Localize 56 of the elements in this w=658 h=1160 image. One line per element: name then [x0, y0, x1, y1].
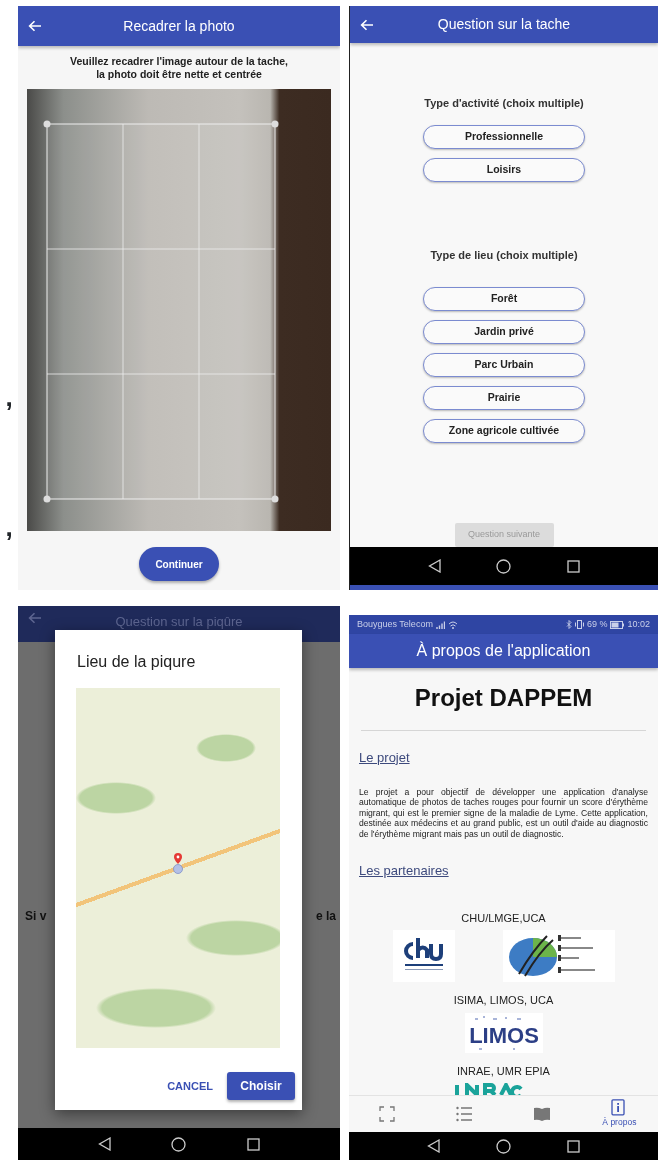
question-heading: Type de lieu (choix multiple)	[430, 247, 578, 263]
instruction-text: la photo doit être nette et centrée	[95, 68, 263, 81]
recent-apps-icon[interactable]	[567, 559, 581, 573]
laboratory-logo: LIMOS	[464, 1012, 543, 1053]
comma-mark: ,	[5, 384, 13, 410]
clock-time: 10:02	[627, 617, 650, 631]
instruction-text: Veuillez recadrer l'image autour de la tache,	[69, 55, 289, 68]
choose-button[interactable]: Choisir	[227, 1072, 295, 1100]
partner-name: ISIMA, LIMOS, UCA	[452, 993, 555, 1008]
screen-title: À propos de l'application	[416, 640, 591, 661]
choice-button[interactable]: Professionnelle	[423, 124, 585, 149]
description-text: Le projet a pour objectif de développer une application d'analyse automatique de photos de taches rouges pour fournir un score d'érythème migrant, qui est le premier signe de la maladie de Lyme. Cette application, destinée aux médecins et au grand public, est un outil d'aide au diagnostic de l'érythème migrant mais pas un outil de diagnostic.	[359, 786, 648, 840]
question-heading: Type d'activité (choix multiple)	[424, 96, 584, 111]
recent-apps-icon[interactable]	[567, 1139, 580, 1153]
choice-button[interactable]: Prairie	[423, 386, 585, 410]
section-link[interactable]: Le projet	[359, 749, 410, 765]
dialog-title: Lieu de la piqure	[77, 652, 197, 672]
comma-mark: ,	[5, 514, 13, 540]
partner-name: INRAE, UMR EPIA	[456, 1063, 551, 1079]
back-icon[interactable]	[98, 1137, 112, 1151]
screen-title: Question sur la tache	[436, 15, 572, 34]
battery-icon	[610, 620, 625, 629]
section-link[interactable]: Les partenaires	[359, 862, 449, 878]
next-question-button: Question suivante	[454, 523, 554, 547]
back-icon[interactable]	[427, 559, 441, 573]
background-text: e la	[316, 908, 336, 925]
home-icon[interactable]	[496, 558, 512, 574]
nav-tab[interactable]: À propos	[589, 1099, 650, 1129]
screen-title: Recadrer la photo	[122, 16, 236, 36]
choice-button[interactable]: Loisirs	[423, 157, 585, 182]
back-icon[interactable]	[427, 1139, 440, 1153]
crop-icon	[378, 1105, 397, 1123]
book-icon	[533, 1105, 552, 1123]
choice-button[interactable]: Jardin privé	[423, 320, 585, 344]
list-icon	[455, 1105, 474, 1123]
choice-button[interactable]: Forêt	[423, 287, 585, 311]
carrier-name: Bouygues Telecom	[357, 617, 433, 631]
home-icon[interactable]	[171, 1136, 187, 1152]
battery-percent: 69 %	[586, 617, 608, 631]
continue-button[interactable]: Continuer	[139, 547, 219, 581]
signal-icon	[435, 620, 445, 629]
choice-button[interactable]: Parc Urbain	[423, 353, 585, 377]
background-text: Si v	[25, 908, 47, 925]
screen-title: Question sur la piqûre	[114, 613, 244, 631]
page-heading: Projet DAPPEM	[413, 684, 594, 712]
vibrate-icon	[574, 620, 584, 629]
bluetooth-icon	[565, 620, 572, 629]
wifi-icon	[447, 620, 458, 629]
choice-button[interactable]: Zone agricole cultivée	[423, 419, 585, 443]
location-pin-icon[interactable]	[173, 853, 183, 875]
hospital-logo	[392, 930, 455, 982]
crop-frame[interactable]	[43, 120, 279, 503]
cancel-button[interactable]: CANCEL	[161, 1073, 219, 1099]
recent-apps-icon[interactable]	[246, 1137, 260, 1151]
home-icon[interactable]	[496, 1138, 511, 1154]
partner-name: CHU/LMGE,UCA	[460, 910, 547, 926]
